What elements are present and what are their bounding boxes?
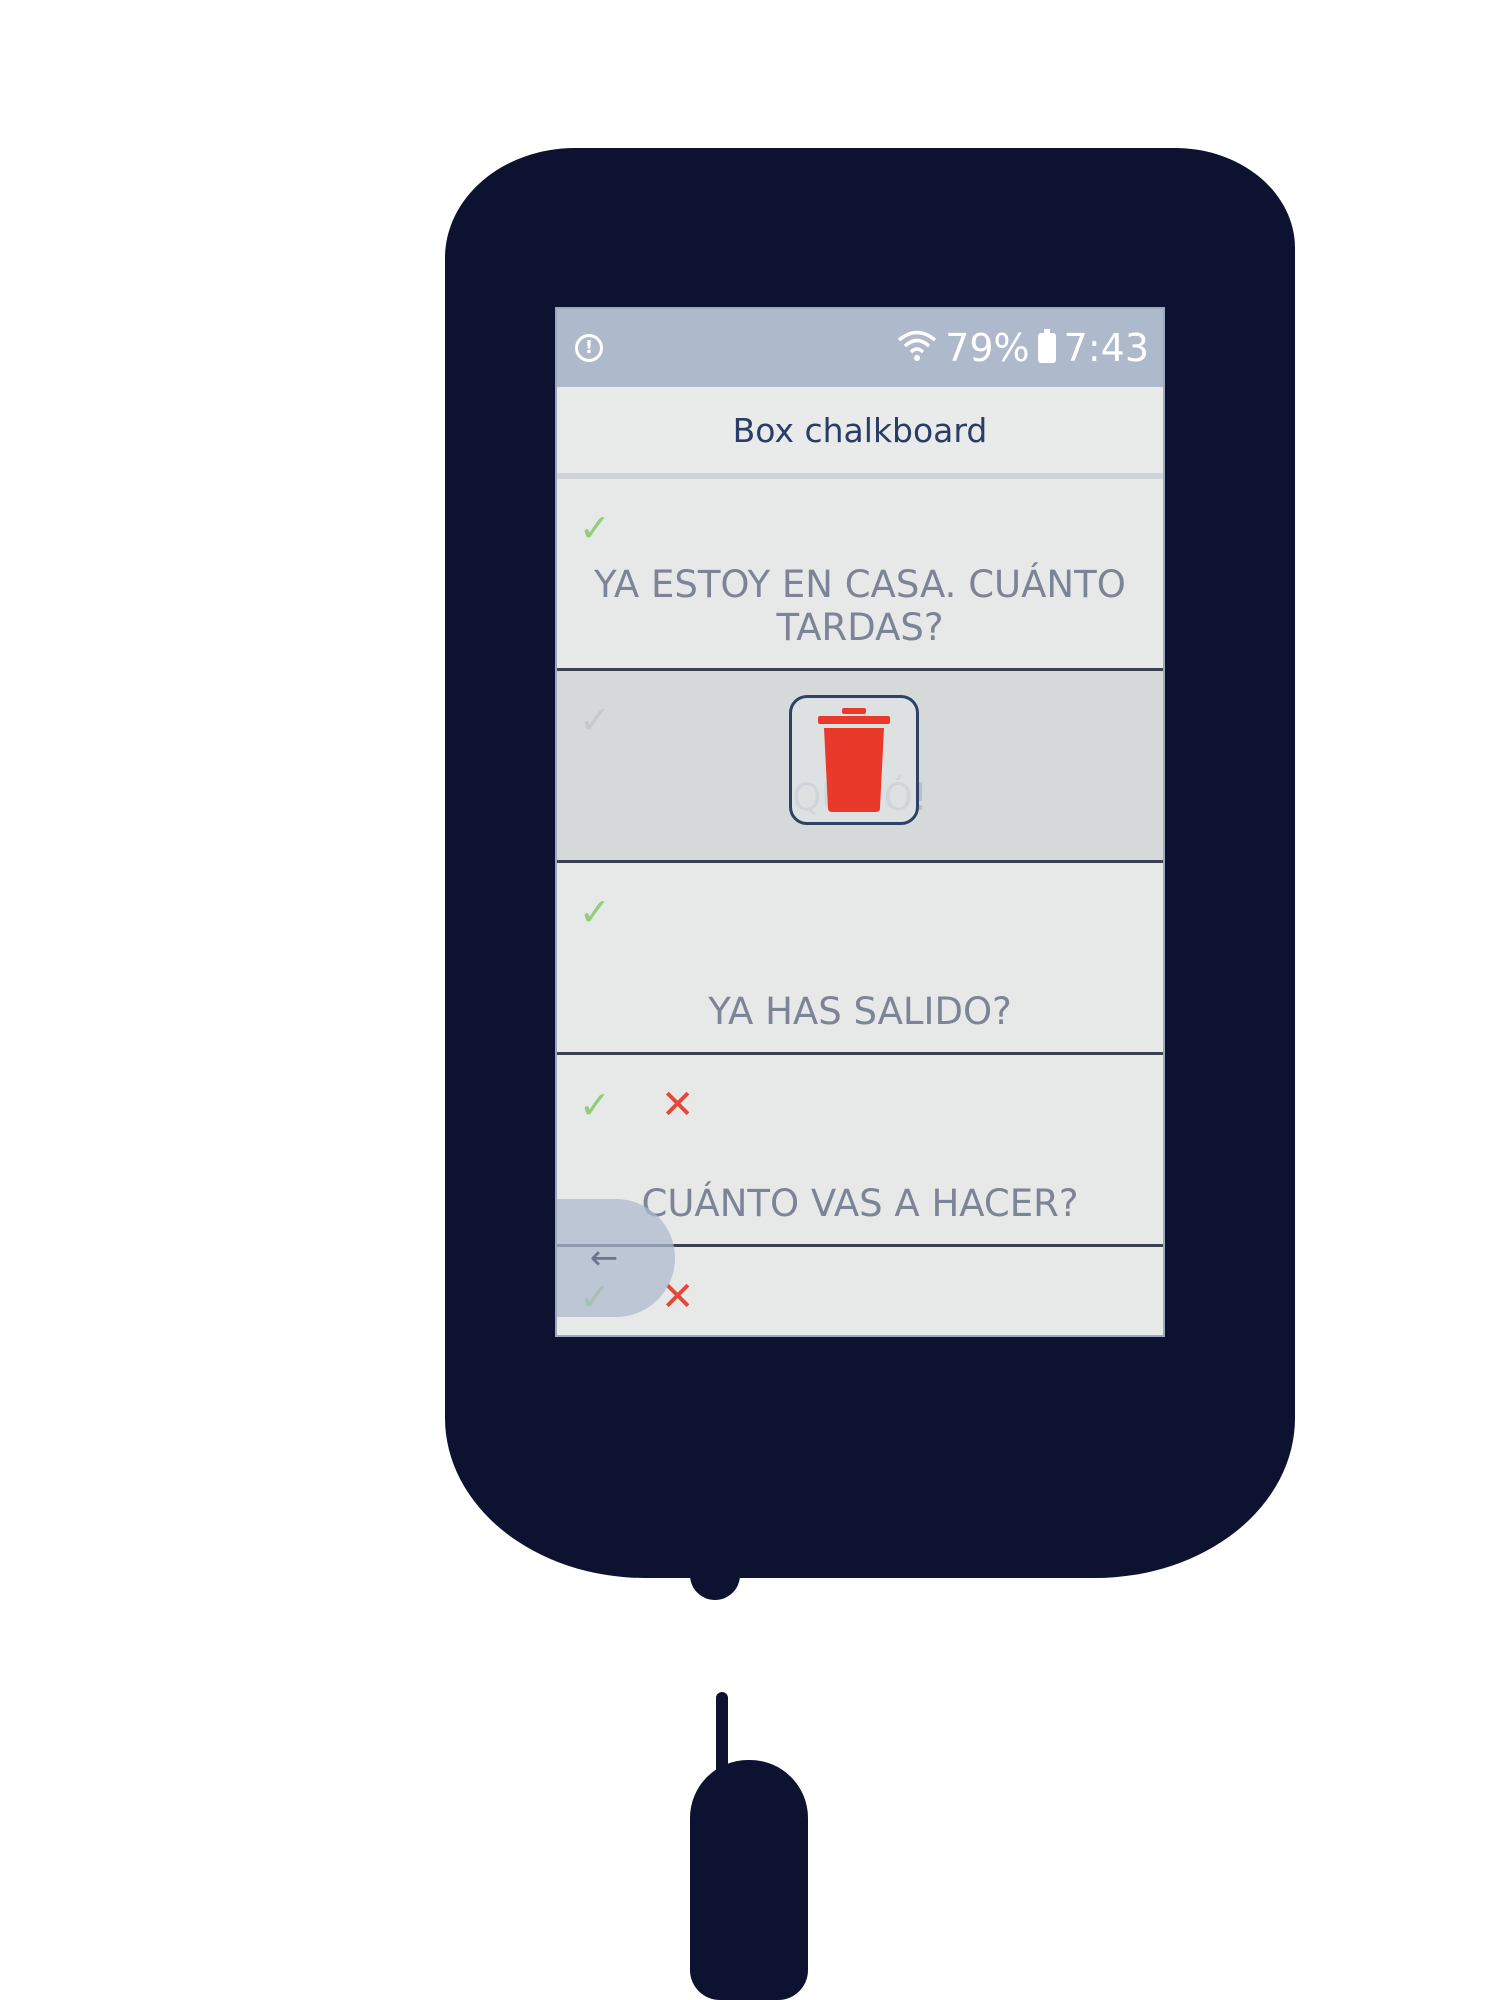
battery-icon <box>1037 329 1056 363</box>
message-text: YA ESTOY EN CASA. CUÁNTO TARDAS? <box>594 562 1126 650</box>
check-icon: ✓ <box>579 890 611 934</box>
battery-percent: 79% <box>945 326 1030 370</box>
delete-button[interactable] <box>789 695 919 825</box>
device-screen: ! 79% 7:43 Box chalkboard ✓ YA ESTOY EN … <box>555 307 1165 1337</box>
device-tail <box>690 1540 740 1600</box>
list-item[interactable]: ✓ YA ESTOY EN CASA. CUÁNTO TARDAS? <box>557 479 1163 671</box>
wifi-icon <box>897 326 937 370</box>
check-icon: ✓ <box>579 1083 611 1127</box>
trash-icon <box>818 708 890 812</box>
check-icon: ✓ <box>579 698 611 742</box>
clock-time: 7:43 <box>1063 326 1149 370</box>
device-grip-left <box>448 720 478 1330</box>
stylus-body <box>690 1760 808 2000</box>
list-item[interactable]: ✓ QU...Ó! <box>557 671 1163 863</box>
status-bar: ! 79% 7:43 <box>557 309 1163 387</box>
page-title: Box chalkboard <box>557 387 1163 479</box>
device-grip-right <box>1262 720 1294 1280</box>
check-icon: ✓ <box>579 506 611 550</box>
list-item[interactable]: ✓ YA HAS SALIDO? <box>557 863 1163 1055</box>
back-arrow-icon: ← <box>589 1238 619 1278</box>
message-text: YA HAS SALIDO? <box>708 990 1012 1034</box>
status-right: 79% 7:43 <box>897 326 1149 370</box>
back-button[interactable]: ← <box>557 1199 675 1317</box>
page-title-text: Box chalkboard <box>732 410 988 450</box>
cross-icon: ✕ <box>660 1082 695 1128</box>
alert-circle-icon: ! <box>575 334 603 362</box>
